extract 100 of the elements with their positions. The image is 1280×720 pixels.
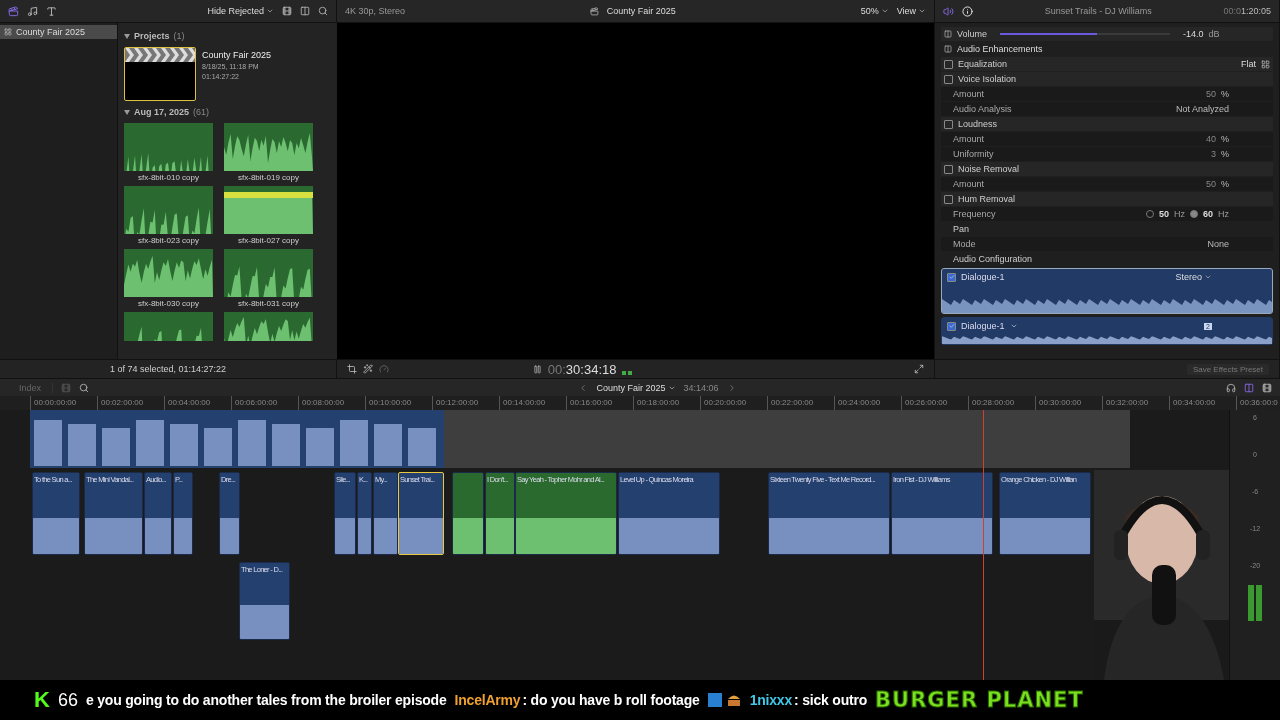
format-label: 4K 30p, Stereo: [345, 6, 406, 16]
clapper-icon[interactable]: [8, 5, 19, 17]
checkbox[interactable]: [944, 119, 953, 129]
volume-reading: -14.0: [1183, 29, 1204, 39]
channel-popup[interactable]: Stereo: [1175, 272, 1212, 282]
headphones-icon[interactable]: [1226, 382, 1236, 393]
info-icon[interactable]: [962, 5, 973, 17]
clip-name: sfx-8bit-019 copy: [238, 173, 299, 182]
group-title: Projects: [134, 31, 170, 41]
pause-icon[interactable]: [532, 364, 542, 374]
effect-label: Voice Isolation: [958, 74, 1017, 84]
checkbox[interactable]: [944, 194, 953, 204]
clip-name: sfx-8bit-023 copy: [138, 236, 199, 245]
clip-name: sfx-8bit-030 copy: [138, 299, 199, 308]
unit-label: %: [1221, 134, 1229, 144]
banner-title: BURGER PLANET: [875, 688, 1084, 712]
project-duration: 34:14:06: [683, 382, 719, 393]
param-label: Amount: [953, 134, 985, 144]
eq-graph-icon[interactable]: [1261, 59, 1270, 69]
speaker-icon[interactable]: [943, 5, 954, 17]
radio-value: 50: [1158, 209, 1169, 219]
checkbox[interactable]: [944, 164, 953, 174]
caret-icon: [918, 7, 926, 15]
selection-status: 1 of 74 selected, 01:14:27:22: [109, 364, 227, 374]
titles-icon[interactable]: [46, 5, 57, 17]
clip-title: Sunset Trails - DJ Williams: [1044, 6, 1152, 16]
disclosure-icon[interactable]: [124, 109, 130, 115]
clip-name: sfx-8bit-031 copy: [238, 299, 299, 308]
param-label: Mode: [953, 239, 976, 249]
unit-label: %: [1221, 149, 1229, 159]
library-name: County Fair 2025: [16, 27, 86, 37]
chat-message: e you going to do another tales from the broiler episode: [85, 692, 447, 708]
library-item[interactable]: County Fair 2025: [0, 25, 117, 39]
group-count: (61): [193, 107, 210, 117]
unit-label: dB: [1208, 29, 1220, 39]
project-name: County Fair 2025: [202, 50, 272, 60]
checkbox[interactable]: [947, 321, 956, 331]
audio-meter-drawing: [1248, 585, 1262, 621]
viewer-count: 66: [57, 689, 78, 711]
library-icon: [4, 28, 12, 36]
effect-label: Hum Removal: [958, 194, 1015, 204]
search-icon[interactable]: [318, 6, 328, 16]
effect-label: Noise Removal: [958, 164, 1020, 174]
zoom-popup[interactable]: 50%: [860, 6, 889, 16]
search-icon[interactable]: [79, 382, 89, 393]
section-title: Pan: [953, 224, 969, 234]
audio-channel[interactable]: Dialogue-1 Stereo: [941, 268, 1273, 314]
param-label: Uniformity: [953, 149, 994, 159]
clip-time: 1:20:05: [1241, 6, 1271, 16]
effect-label: Equalization: [958, 59, 1008, 69]
caret-icon: [1204, 273, 1212, 281]
unit-label: %: [1221, 89, 1229, 99]
chat-message: : sick outro: [794, 692, 868, 708]
section-title: Audio Configuration: [953, 254, 1033, 264]
param-value: None: [1207, 239, 1229, 249]
param-value: 50: [1205, 89, 1216, 99]
unit-label: %: [1221, 179, 1229, 189]
level-meter-icon: [622, 371, 633, 375]
row-label: Volume: [957, 29, 988, 39]
project-thumbnail: [124, 47, 196, 101]
channel-name: Dialogue-1: [961, 272, 1005, 282]
unit-label: Hz: [1218, 209, 1229, 219]
checkbox[interactable]: [944, 59, 953, 69]
timecode: 30:34:18: [565, 361, 617, 377]
caret-icon: [266, 7, 274, 15]
param-label: Amount: [953, 179, 985, 189]
clip-name: sfx-8bit-027 copy: [238, 236, 299, 245]
radio-button[interactable]: [1190, 210, 1198, 218]
eq-popup[interactable]: Flat: [1241, 59, 1256, 69]
param-label: Frequency: [953, 209, 996, 219]
caret-icon[interactable]: [1009, 322, 1018, 330]
param-value: 3: [1210, 149, 1216, 159]
param-value: 50: [1205, 179, 1216, 189]
stream-logo: K: [34, 687, 50, 713]
clip-name: sfx-8bit-010 copy: [138, 173, 199, 182]
param-label: Amount: [953, 89, 985, 99]
caret-icon: [880, 7, 889, 15]
view-popup[interactable]: View: [896, 6, 926, 16]
music-icon[interactable]: [27, 5, 38, 17]
section-title: Audio Enhancements: [957, 44, 1043, 54]
enhance-icon[interactable]: [363, 364, 373, 374]
time-prefix: 00:0: [1223, 6, 1241, 16]
checkbox[interactable]: [944, 74, 953, 84]
param-value: Not Analyzed: [1175, 104, 1229, 114]
chat-message: : do you have b roll footage: [522, 692, 700, 708]
channel-name: Dialogue-1: [961, 321, 1005, 331]
project-popup[interactable]: County Fair 2025: [596, 382, 676, 393]
transform-icon[interactable]: [347, 364, 357, 374]
fullscreen-icon[interactable]: [914, 364, 924, 374]
checkbox[interactable]: [947, 272, 956, 282]
disclosure-icon[interactable]: [124, 33, 130, 39]
param-value: 40: [1205, 134, 1216, 144]
unit-label: Hz: [1174, 209, 1185, 219]
group-count: (1): [173, 31, 185, 41]
viewer-title: County Fair 2025: [606, 6, 676, 16]
group-title: Aug 17, 2025: [134, 107, 190, 117]
music-clip[interactable]: [452, 472, 484, 555]
filter-popup[interactable]: Hide Rejected: [207, 6, 274, 16]
clapper-icon: [589, 6, 599, 16]
param-label: Audio Analysis: [953, 104, 1012, 114]
